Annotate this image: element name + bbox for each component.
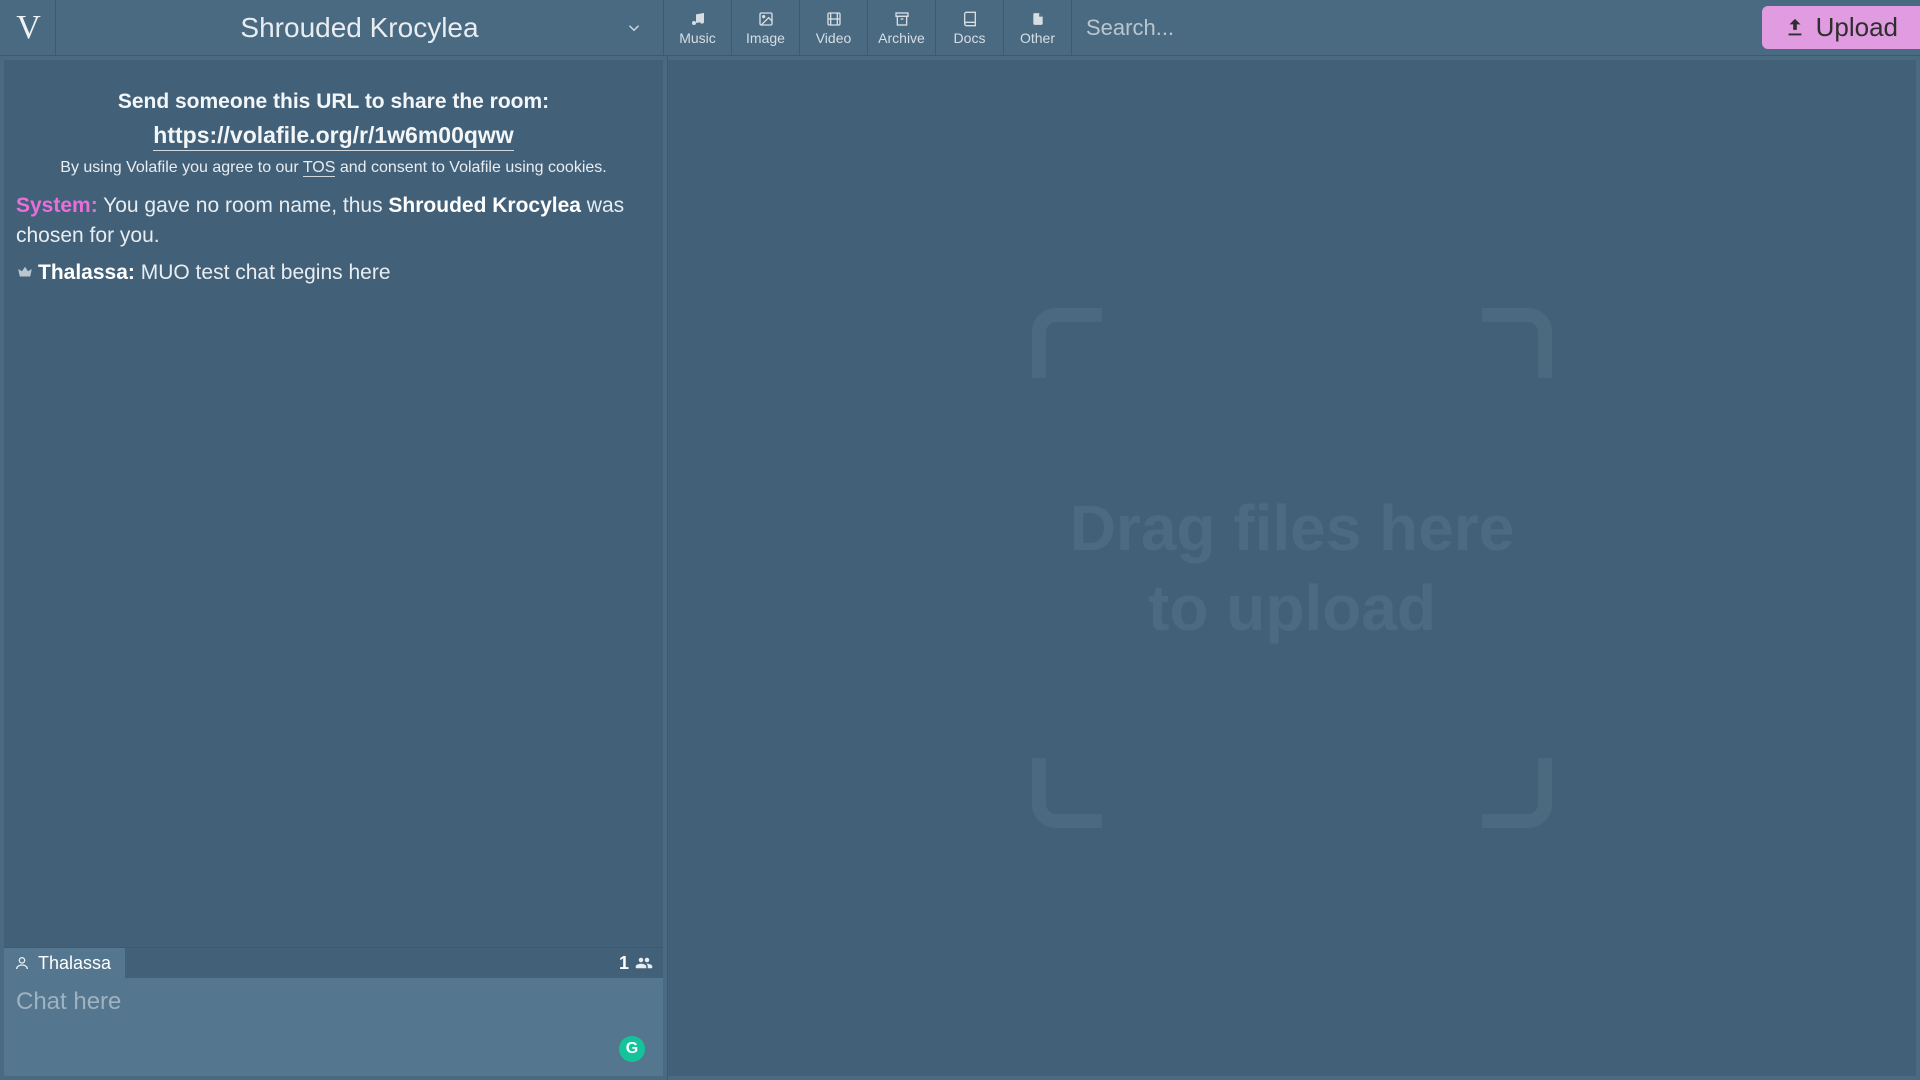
video-icon [826,10,842,28]
system-room-name: Shrouded Krocylea [388,194,581,217]
corner-icon [1032,308,1102,378]
logo-letter: V [16,9,39,47]
search-input[interactable] [1086,15,1742,41]
chat-input-row: G [4,978,663,1076]
header: V Shrouded Krocylea Music Image Video [0,0,1920,56]
corner-icon [1032,758,1102,828]
upload-icon [1784,17,1806,39]
filter-label: Music [679,30,716,46]
filter-label: Docs [954,30,986,46]
grammarly-icon[interactable]: G [619,1036,645,1062]
search-box [1072,0,1756,55]
chat-userbar: Thalassa 1 [4,948,663,978]
crown-icon [16,263,34,281]
filter-other[interactable]: Other [1004,0,1072,55]
share-label: Send someone this URL to share the room: [16,90,651,114]
filter-docs[interactable]: Docs [936,0,1004,55]
chat-footer: Thalassa 1 G [4,947,663,1076]
chevron-down-icon[interactable] [625,19,643,37]
system-username: System: [16,194,98,217]
user-count-number: 1 [619,953,629,974]
upload-label: Upload [1816,12,1898,43]
chat-message-system: System: You gave no room name, thus Shro… [16,191,651,252]
corner-icon [1482,308,1552,378]
filter-video[interactable]: Video [800,0,868,55]
filter-tabs: Music Image Video Archive Docs [664,0,1072,55]
dropzone[interactable]: Drag files here to upload [1032,308,1552,828]
logo[interactable]: V [0,0,56,55]
share-block: Send someone this URL to share the room:… [16,90,651,177]
filter-label: Video [816,30,852,46]
chat-text: MUO test chat begins here [135,261,391,284]
filter-music[interactable]: Music [664,0,732,55]
chat-username: Thalassa: [38,261,135,284]
main: Send someone this URL to share the room:… [0,56,1920,1080]
current-user-name: Thalassa [38,953,111,974]
system-text-pre: You gave no room name, thus [98,194,389,217]
file-icon [1031,10,1045,28]
room-title-box[interactable]: Shrouded Krocylea [56,0,664,55]
upload-button[interactable]: Upload [1762,6,1920,49]
filter-archive[interactable]: Archive [868,0,936,55]
tos-line: By using Volafile you agree to our TOS a… [16,159,651,177]
tos-post: and consent to Volafile using cookies. [335,159,606,176]
tos-pre: By using Volafile you agree to our [60,159,303,176]
chat-panel-inner: Send someone this URL to share the room:… [4,60,663,1076]
room-title: Shrouded Krocylea [240,12,478,44]
chat-message-user: Thalassa: MUO test chat begins here [16,258,651,288]
image-icon [758,10,774,28]
tos-link[interactable]: TOS [303,159,336,177]
corner-icon [1482,758,1552,828]
dropzone-text: Drag files here to upload [1032,488,1552,648]
user-count[interactable]: 1 [619,953,653,974]
share-url[interactable]: https://volafile.org/r/1w6m00qww [153,122,513,151]
current-user-chip[interactable]: Thalassa [4,948,125,978]
docs-icon [962,10,978,28]
archive-icon [894,10,910,28]
chat-panel: Send someone this URL to share the room:… [0,56,668,1080]
filter-image[interactable]: Image [732,0,800,55]
file-panel[interactable]: Drag files here to upload [668,60,1916,1076]
chat-content: Send someone this URL to share the room:… [4,60,663,947]
chat-input[interactable] [4,978,663,1076]
filter-label: Other [1020,30,1055,46]
filter-label: Archive [878,30,925,46]
music-icon [690,10,706,28]
filter-label: Image [746,30,785,46]
